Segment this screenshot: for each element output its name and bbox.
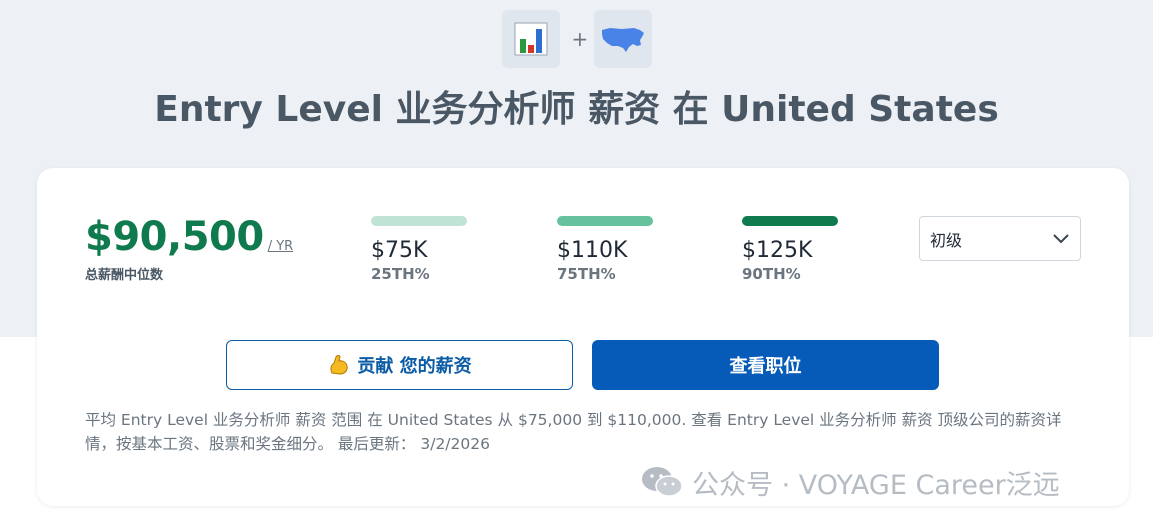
per-year-unit[interactable]: / YR xyxy=(268,239,294,254)
view-jobs-button[interactable]: 查看职位 xyxy=(592,340,939,390)
median-salary: $90,500 / YR 总薪酬中位数 xyxy=(85,214,293,283)
bar-chart-icon xyxy=(501,10,560,68)
view-jobs-label: 查看职位 xyxy=(729,356,802,377)
median-value: $90,500 xyxy=(85,214,264,260)
percentile-value: $110K xyxy=(557,238,628,263)
percentile-25: $75K 25TH% xyxy=(371,216,471,283)
watermark: 公众号 · VOYAGE Career泛远 xyxy=(640,462,1060,502)
percentile-label: 25TH% xyxy=(371,265,430,283)
percentile-value: $75K xyxy=(371,238,428,263)
level-select[interactable]: 初级 xyxy=(919,216,1081,261)
watermark-text: 公众号 · VOYAGE Career泛远 xyxy=(692,469,1060,501)
wechat-icon xyxy=(642,467,683,497)
salary-summary: 平均 Entry Level 业务分析师 薪资 范围 在 United Stat… xyxy=(85,411,1062,453)
page-title: Entry Level 业务分析师 薪资 在 United States xyxy=(154,89,999,130)
percentile-bar xyxy=(557,216,653,226)
median-label: 总薪酬中位数 xyxy=(85,268,164,283)
contribute-label: 贡献 您的薪资 xyxy=(357,356,472,377)
level-select-value: 初级 xyxy=(930,230,963,250)
chevron-down-icon xyxy=(1053,233,1069,243)
salary-card: $90,500 / YR 总薪酬中位数 $75K 25TH% $110K 75T… xyxy=(37,168,1129,506)
percentile-bar xyxy=(371,216,467,226)
percentile-label: 90TH% xyxy=(742,265,801,283)
percentile-value: $125K xyxy=(742,238,813,263)
plus-sign: + xyxy=(571,27,589,51)
percentile-90: $125K 90TH% xyxy=(742,216,842,283)
percentile-label: 75TH% xyxy=(557,265,616,283)
flexed-arm-icon xyxy=(330,355,349,375)
percentile-75: $110K 75TH% xyxy=(557,216,657,283)
header-icons: + xyxy=(0,10,1153,68)
contribute-salary-button[interactable]: 贡献 您的薪资 xyxy=(226,340,573,390)
percentile-bar xyxy=(742,216,838,226)
usa-map-icon xyxy=(593,10,652,68)
